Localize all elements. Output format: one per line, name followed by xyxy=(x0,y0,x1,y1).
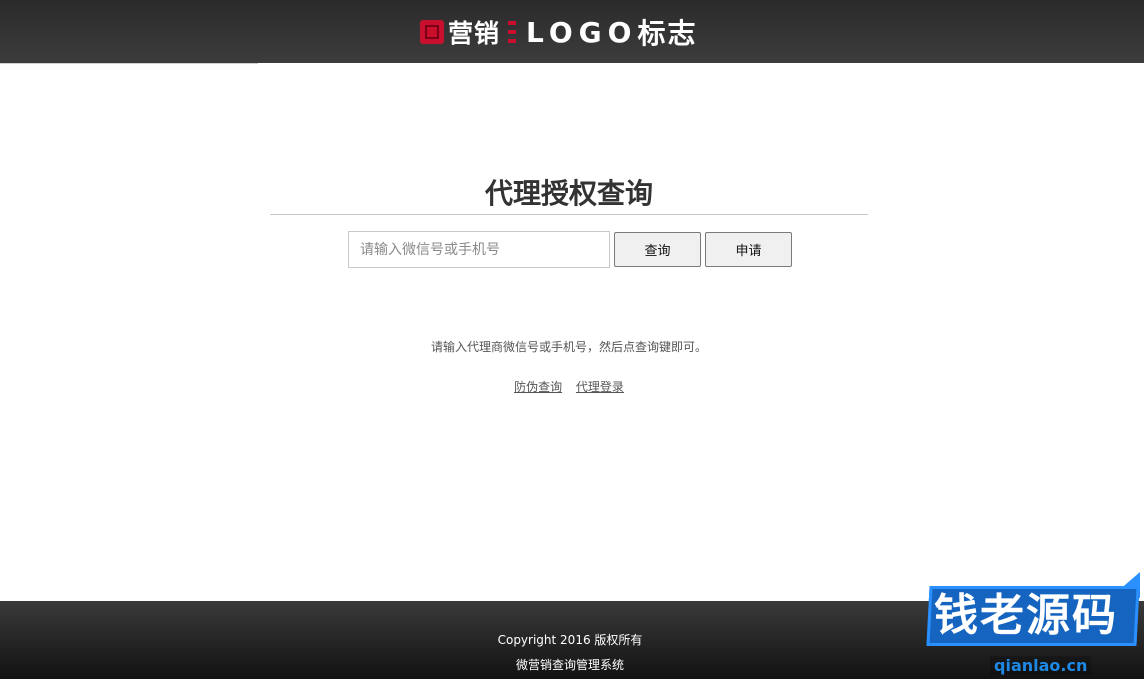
instruction-text: 请输入代理商微信号或手机号，然后点查询键即可。 xyxy=(430,340,707,354)
search-input[interactable] xyxy=(348,231,610,268)
logo-english-text: LOGO xyxy=(526,15,638,49)
query-button[interactable]: 查询 xyxy=(614,232,701,267)
logo-chinese-text-2: 标志 xyxy=(637,17,698,50)
title-divider xyxy=(270,214,868,215)
watermark-url: qianlao.cn xyxy=(990,656,1092,675)
watermark-text: 钱老源码 xyxy=(934,590,1118,641)
logo-chinese-text: 营销 xyxy=(448,19,501,48)
agent-login-link[interactable]: 代理登录 xyxy=(576,380,624,394)
link-row: 防伪查询 代理登录 xyxy=(270,378,868,395)
header-divider xyxy=(0,63,258,64)
logo-mark-icon xyxy=(420,20,444,44)
watermark-badge: 钱老源码 qianlao.cn xyxy=(920,572,1144,679)
page-title: 代理授权查询 xyxy=(484,177,653,210)
top-header: 营销 LOGO 标志 xyxy=(0,0,1144,63)
logo-bars-icon xyxy=(508,21,517,43)
apply-button[interactable]: 申请 xyxy=(705,232,792,267)
brand-logo[interactable]: 营销 LOGO 标志 xyxy=(420,13,697,51)
anti-counterfeit-link[interactable]: 防伪查询 xyxy=(514,380,562,394)
